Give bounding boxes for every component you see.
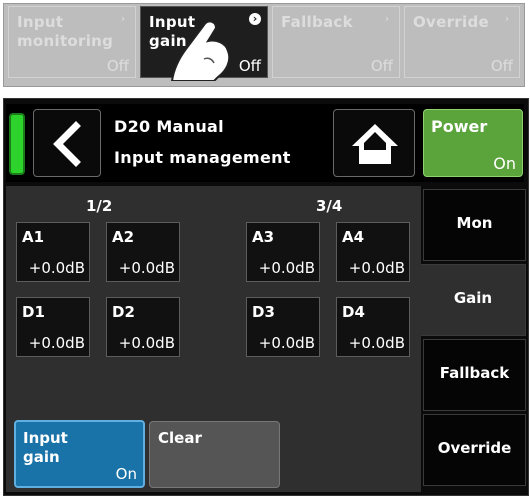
- chevron-right-icon: ›: [249, 13, 261, 25]
- button-value: Off: [238, 57, 261, 75]
- channel-name: D2: [112, 303, 135, 321]
- tab-gain[interactable]: Gain: [421, 264, 526, 336]
- clear-label: Clear: [158, 429, 202, 447]
- status-led: [9, 113, 25, 175]
- chevron-right-icon: ›: [384, 12, 390, 25]
- tab-label: Fallback: [439, 364, 510, 382]
- channel-name: D4: [342, 303, 365, 321]
- channel-name: A1: [22, 228, 45, 246]
- input-monitoring-button[interactable]: Input monitoring › Off: [8, 6, 136, 78]
- channel-gain: +0.0dB: [258, 334, 315, 352]
- tab-fallback[interactable]: Fallback: [423, 339, 526, 411]
- tab-label: Override: [437, 439, 512, 457]
- power-value: On: [493, 154, 516, 173]
- button-label: Override: [413, 13, 489, 31]
- page-title: Input management: [114, 148, 291, 167]
- button-value: Off: [490, 57, 513, 75]
- channel-name: D3: [252, 303, 275, 321]
- override-button[interactable]: Override › Off: [404, 6, 520, 78]
- tab-override[interactable]: Override: [423, 414, 526, 486]
- clear-button[interactable]: Clear: [149, 421, 280, 488]
- button-value: Off: [370, 57, 393, 75]
- power-button[interactable]: Power On: [423, 109, 523, 177]
- button-value: Off: [106, 57, 129, 75]
- channel-a1[interactable]: A1 +0.0dB: [16, 222, 90, 282]
- input-gain-label: Input gain: [23, 429, 68, 466]
- button-label: Fallback: [281, 13, 353, 31]
- chevron-left-icon: [53, 121, 81, 167]
- tab-mon[interactable]: Mon: [423, 189, 526, 261]
- channel-d4[interactable]: D4 +0.0dB: [336, 297, 410, 357]
- channel-gain: +0.0dB: [258, 259, 315, 277]
- channel-gain: +0.0dB: [118, 334, 175, 352]
- chevron-right-icon: ›: [120, 12, 126, 25]
- channel-name: A2: [112, 228, 135, 246]
- channel-gain: +0.0dB: [118, 259, 175, 277]
- button-label: Input monitoring: [17, 13, 114, 50]
- tab-label: Gain: [453, 289, 493, 307]
- input-gain-value: On: [115, 465, 137, 483]
- channel-a3[interactable]: A3 +0.0dB: [246, 222, 320, 282]
- home-icon: [352, 124, 398, 164]
- channel-name: A4: [342, 228, 365, 246]
- back-button[interactable]: [33, 109, 101, 177]
- fallback-button[interactable]: Fallback › Off: [272, 6, 400, 78]
- input-gain-button-closeup[interactable]: Input gain › Off: [140, 6, 268, 81]
- device-name: D20 Manual: [114, 117, 224, 136]
- channel-name: A3: [252, 228, 275, 246]
- channel-d3[interactable]: D3 +0.0dB: [246, 297, 320, 357]
- channel-a4[interactable]: A4 +0.0dB: [336, 222, 410, 282]
- channel-gain: +0.0dB: [348, 259, 405, 277]
- channel-name: D1: [22, 303, 45, 321]
- group-label-1-2: 1/2: [86, 197, 113, 215]
- channel-gain: +0.0dB: [28, 334, 85, 352]
- power-label: Power: [431, 117, 488, 136]
- home-button[interactable]: [333, 109, 415, 177]
- input-gain-toggle[interactable]: Input gain On: [14, 420, 145, 488]
- channel-a2[interactable]: A2 +0.0dB: [106, 222, 180, 282]
- group-label-3-4: 3/4: [316, 197, 343, 215]
- channel-d1[interactable]: D1 +0.0dB: [16, 297, 90, 357]
- chevron-right-icon: ›: [504, 12, 510, 25]
- channel-d2[interactable]: D2 +0.0dB: [106, 297, 180, 357]
- channel-gain: +0.0dB: [28, 259, 85, 277]
- tab-label: Mon: [456, 214, 493, 232]
- channel-gain: +0.0dB: [348, 334, 405, 352]
- hand-pointer-icon: [170, 20, 231, 81]
